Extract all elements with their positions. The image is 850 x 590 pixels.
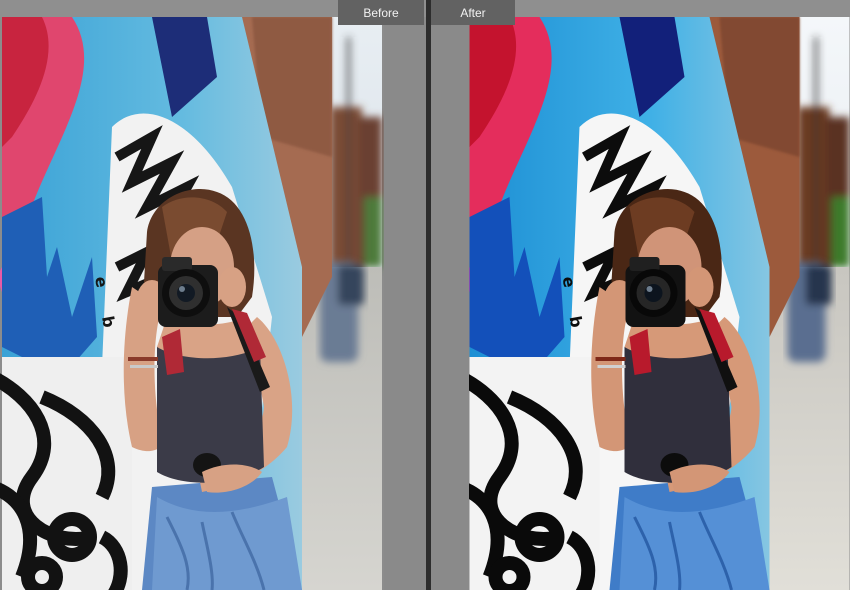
split-divider[interactable]: [426, 0, 431, 590]
before-photo: eb: [0, 17, 382, 590]
compare-view-toolbar: [0, 0, 850, 17]
before-photo-panel[interactable]: eb: [0, 17, 384, 590]
after-label: After: [431, 0, 515, 25]
after-photo: eb: [469, 17, 850, 590]
panel-gutter-left: [384, 17, 426, 590]
before-label: Before: [338, 0, 424, 25]
after-photo-panel[interactable]: eb: [469, 17, 850, 590]
panel-gutter-right: [431, 17, 469, 590]
